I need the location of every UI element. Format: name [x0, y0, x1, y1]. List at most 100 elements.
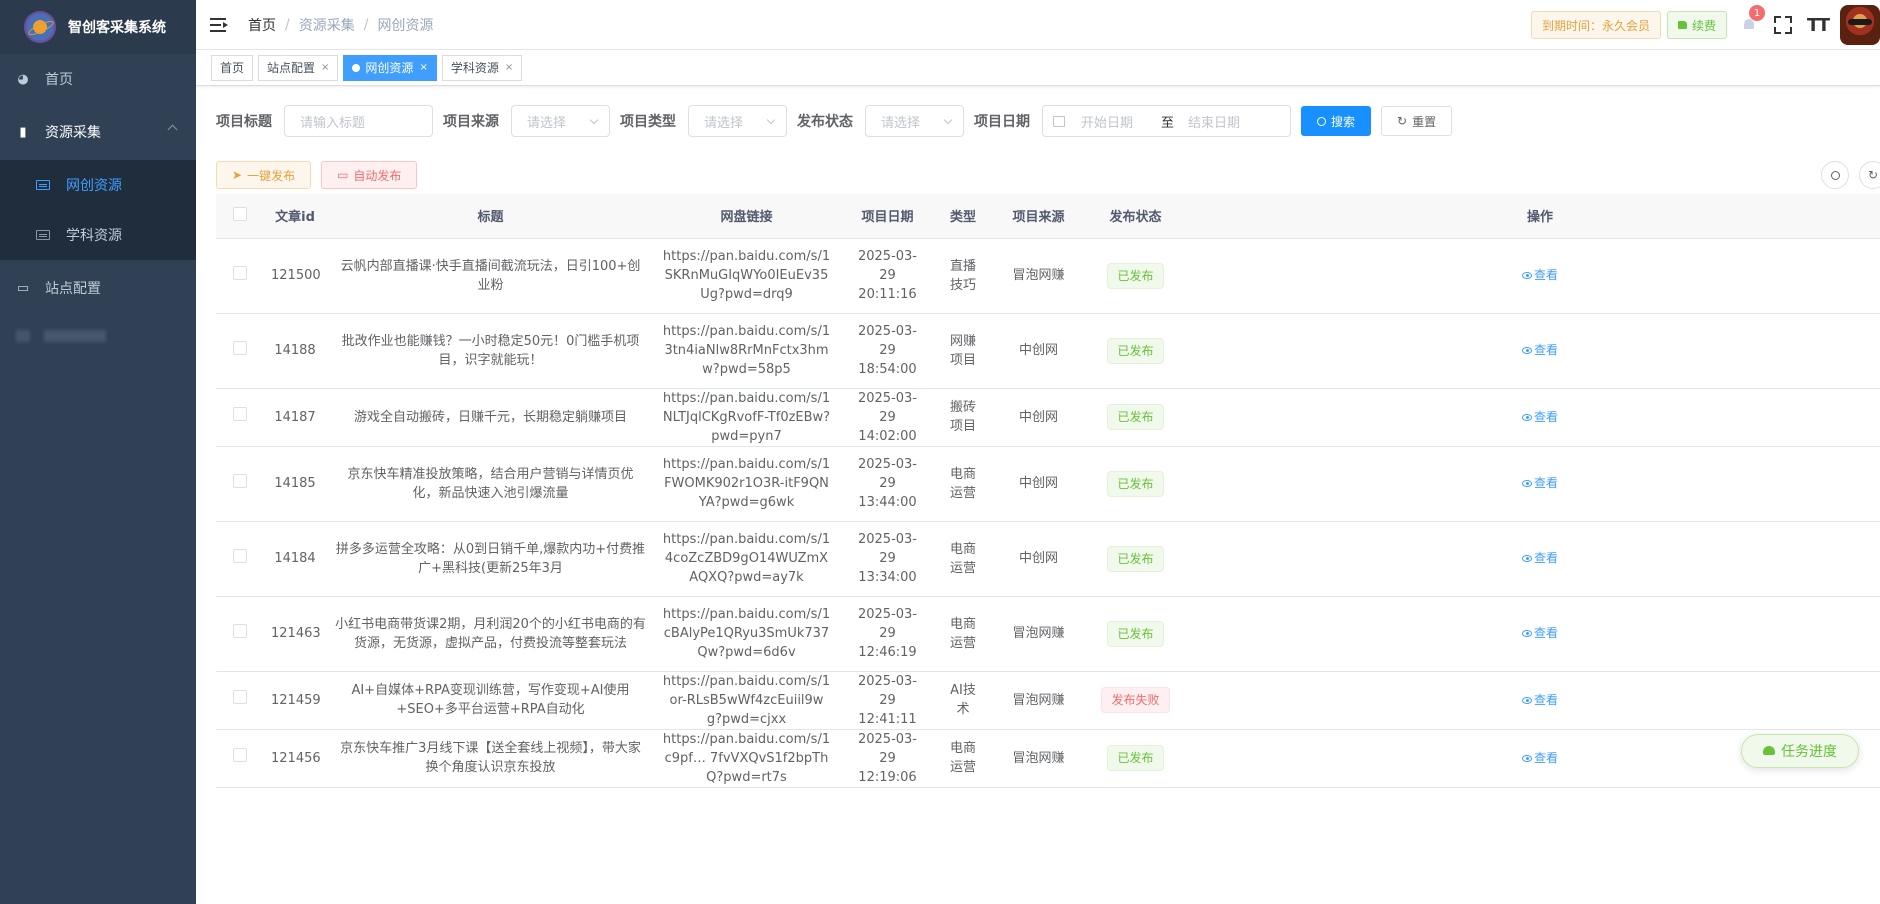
cell-status: 已发布 [1087, 521, 1184, 597]
title-search-input[interactable]: 请输入标题 [284, 105, 433, 137]
cell-id: 121459 [263, 671, 327, 730]
sidebar-item-web-resources[interactable]: 网创资源 [0, 160, 196, 210]
chevron-up-icon [167, 124, 178, 135]
font-size-icon[interactable]: TT [1807, 15, 1830, 36]
status-select[interactable]: 请选择 [865, 105, 964, 137]
logo-icon [24, 11, 56, 43]
table-header-row: 文章id 标题 网盘链接 项目日期 类型 项目来源 发布状态 操作 [216, 194, 1880, 239]
cell-link: https://pan.baidu.com/s/1NLTJqlCKgRvofF-… [654, 388, 839, 447]
menu-toggle-icon[interactable] [210, 17, 228, 32]
row-checkbox[interactable] [232, 690, 247, 704]
status-badge: 已发布 [1107, 620, 1164, 647]
reset-button[interactable]: ↻ 重置 [1381, 106, 1453, 136]
close-icon[interactable]: × [321, 62, 329, 73]
sidebar-item-resource-collection[interactable]: ▮ 资源采集 [0, 104, 196, 160]
refresh-button[interactable]: ↻ [1859, 161, 1880, 189]
close-icon[interactable]: × [505, 62, 513, 73]
content: 项目标题 请输入标题 项目来源 请选择 项目类型 请选择 发布状态 请选择 项目… [196, 86, 1880, 788]
type-select[interactable]: 请选择 [688, 105, 787, 137]
row-select-cell[interactable] [216, 671, 263, 730]
main-area: 首页 / 资源采集 / 网创资源 到期时间：永久会员 续费 1 TT 首页 站点… [196, 0, 1880, 904]
auto-publish-button[interactable]: ▭ 自动发布 [321, 161, 418, 189]
cell-actions: 查看 [1184, 596, 1880, 672]
sidebar-item-blurred[interactable] [16, 330, 196, 342]
tag-label: 学科资源 [450, 61, 499, 75]
row-checkbox[interactable] [232, 407, 247, 421]
column-header: 发布状态 [1087, 194, 1184, 239]
cell-source: 冒泡网赚 [990, 596, 1087, 672]
view-button[interactable]: 查看 [1521, 749, 1558, 768]
view-label: 查看 [1533, 750, 1558, 765]
row-select-cell[interactable] [216, 596, 263, 672]
view-button[interactable]: 查看 [1521, 266, 1558, 285]
search-button[interactable]: 搜索 [1301, 106, 1372, 136]
chevron-down-icon [589, 115, 599, 125]
filter-type-label: 项目类型 [620, 114, 676, 130]
select-all-checkbox[interactable] [232, 206, 247, 221]
cell-source: 冒泡网赚 [990, 238, 1087, 314]
tag-label: 站点配置 [267, 61, 316, 75]
cell-link: https://pan.baidu.com/s/1SKRnMuGIqWYo0IE… [654, 238, 839, 314]
date-range-picker[interactable]: 开始日期 至 结束日期 [1042, 105, 1291, 137]
close-icon[interactable]: × [419, 62, 427, 73]
cell-title: 云帆内部直播课·快手直播间截流玩法，日引100+创业粉 [327, 238, 654, 314]
row-checkbox[interactable] [232, 473, 247, 488]
cell-status: 已发布 [1087, 238, 1184, 314]
cell-actions: 查看 [1184, 388, 1880, 447]
select-placeholder: 请选择 [881, 115, 921, 131]
breadcrumb-item[interactable]: 首页 [248, 15, 276, 35]
cell-status: 已发布 [1087, 313, 1184, 389]
cell-date: 2025-03-29 12:41:11 [839, 671, 936, 730]
row-checkbox[interactable] [232, 265, 247, 280]
row-select-cell[interactable] [216, 729, 263, 788]
view-label: 查看 [1533, 268, 1558, 282]
row-select-cell[interactable] [216, 446, 263, 522]
date-end-input[interactable]: 结束日期 [1188, 112, 1240, 131]
sidebar-item-subject-resources[interactable]: 学科资源 [0, 210, 196, 260]
sidebar-item-label: 网创资源 [66, 178, 122, 194]
cell-date: 2025-03-29 13:44:00 [839, 446, 936, 522]
task-progress-button[interactable]: 任务进度 [1741, 733, 1859, 768]
tag-web-resources[interactable]: 网创资源 × [343, 54, 437, 81]
fullscreen-icon[interactable] [1773, 15, 1793, 35]
tag-home[interactable]: 首页 [211, 54, 254, 81]
cell-id: 14185 [263, 446, 327, 522]
publish-all-button[interactable]: ➤ 一键发布 [216, 161, 312, 189]
row-select-cell[interactable] [216, 238, 263, 314]
cell-title: 批改作业也能赚钱？一小时稳定50元！0门槛手机项目，识字就能玩！ [327, 313, 654, 389]
app-logo[interactable]: 智创客采集系统 [0, 0, 196, 54]
view-button[interactable]: 查看 [1521, 474, 1558, 493]
view-button[interactable]: 查看 [1521, 341, 1558, 360]
bell-icon[interactable]: 1 [1741, 5, 1766, 33]
tag-site-config[interactable]: 站点配置 × [258, 54, 339, 81]
view-button[interactable]: 查看 [1521, 691, 1558, 710]
renew-button[interactable]: 续费 [1667, 11, 1728, 39]
sidebar: 智创客采集系统 ◕ 首页 ▮ 资源采集 网创资源 学科资源 ▭ 站点配置 [0, 0, 196, 904]
refresh-icon: ↻ [1867, 168, 1879, 182]
select-all-cell[interactable] [216, 194, 263, 239]
row-checkbox[interactable] [232, 623, 247, 638]
cell-date: 2025-03-29 18:54:00 [839, 313, 936, 389]
table-row: 14185 京东快车精准投放策略，结合用户营销与详情页优化，新品快速入池引爆流量 h… [216, 446, 1880, 522]
row-select-cell[interactable] [216, 388, 263, 447]
cell-link: https://pan.baidu.com/s/1cBAlyPe1QRyu3Sm… [654, 596, 839, 672]
toggle-search-button[interactable] [1821, 161, 1849, 189]
date-start-input[interactable]: 开始日期 [1081, 112, 1133, 131]
row-checkbox[interactable] [232, 340, 247, 355]
tag-subject-resources[interactable]: 学科资源 × [441, 54, 523, 81]
source-select[interactable]: 请选择 [511, 105, 610, 137]
view-button[interactable]: 查看 [1521, 408, 1558, 427]
view-button[interactable]: 查看 [1521, 549, 1558, 568]
row-select-cell[interactable] [216, 313, 263, 389]
row-checkbox[interactable] [232, 748, 247, 762]
navbar-right: 到期时间：永久会员 续费 1 TT [1530, 0, 1880, 50]
avatar[interactable] [1840, 5, 1880, 45]
row-checkbox[interactable] [232, 548, 247, 563]
task-progress-label: 任务进度 [1781, 743, 1837, 760]
sidebar-item-label: 资源采集 [45, 125, 101, 141]
view-button[interactable]: 查看 [1521, 624, 1558, 643]
sidebar-item-site-config[interactable]: ▭ 站点配置 [0, 260, 196, 316]
cell-id: 14188 [263, 313, 327, 389]
sidebar-item-home[interactable]: ◕ 首页 [0, 54, 196, 104]
row-select-cell[interactable] [216, 521, 263, 597]
